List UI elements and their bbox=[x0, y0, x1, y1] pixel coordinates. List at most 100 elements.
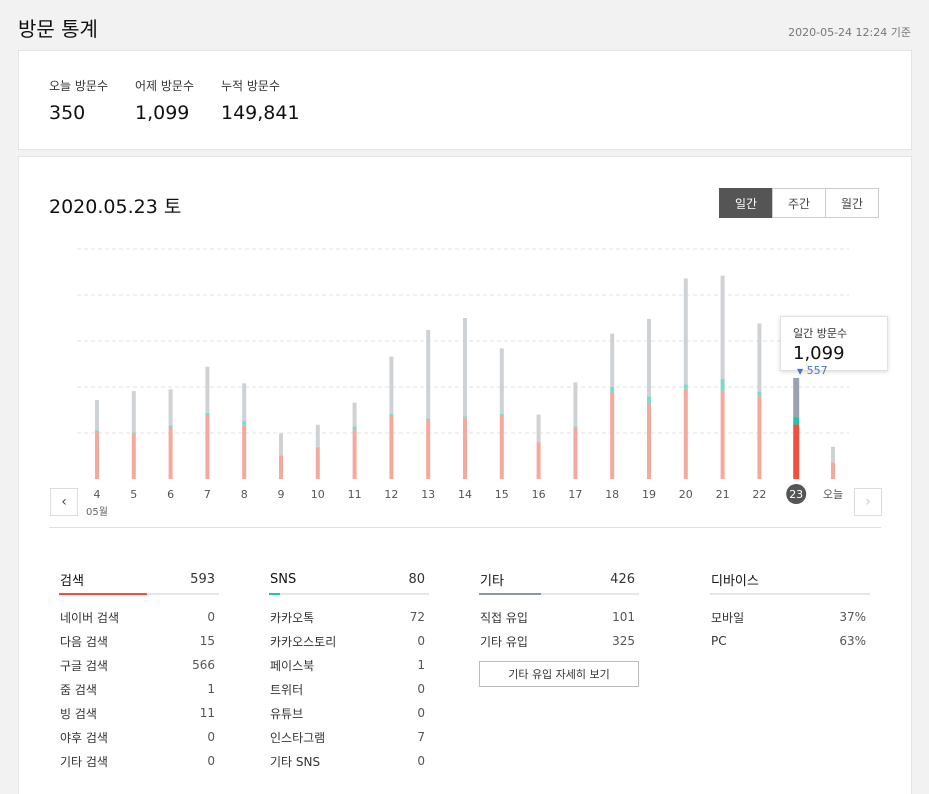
x-tick-label[interactable]: 21 bbox=[716, 488, 730, 501]
bar-other[interactable] bbox=[242, 383, 247, 422]
stats-row-value: 11 bbox=[199, 706, 215, 720]
bar-other[interactable] bbox=[757, 323, 762, 392]
bar-search[interactable] bbox=[536, 442, 541, 479]
x-tick-label[interactable]: 19 bbox=[642, 488, 656, 501]
bar-other[interactable] bbox=[279, 433, 283, 456]
bar-search[interactable] bbox=[426, 420, 431, 479]
stats-row-value: 0 bbox=[207, 610, 215, 624]
x-tick-label[interactable]: 12 bbox=[384, 488, 398, 501]
chevron-right-icon[interactable]: › bbox=[854, 488, 882, 516]
bar-sns[interactable] bbox=[95, 430, 99, 433]
stats-row: 카카오톡 72 bbox=[269, 605, 429, 629]
x-tick-label[interactable]: 15 bbox=[495, 488, 509, 501]
bar-search[interactable] bbox=[205, 415, 210, 479]
stats-search-header: 검색 593 bbox=[59, 565, 219, 593]
bar-other[interactable] bbox=[315, 424, 320, 447]
bar-other[interactable] bbox=[831, 446, 835, 463]
bar-sns[interactable] bbox=[389, 413, 394, 416]
x-tick-label[interactable]: 11 bbox=[348, 488, 362, 501]
bar-search[interactable] bbox=[95, 432, 99, 479]
x-tick-label[interactable]: 8 bbox=[241, 488, 248, 501]
bar-sns[interactable] bbox=[757, 391, 762, 397]
bar-search[interactable] bbox=[242, 424, 247, 479]
bar-other[interactable] bbox=[720, 275, 725, 379]
bar-other[interactable] bbox=[131, 391, 136, 433]
bar-sns[interactable] bbox=[315, 446, 320, 448]
x-tick-label[interactable]: 6 bbox=[167, 488, 174, 501]
bar-sns[interactable] bbox=[168, 425, 173, 428]
bar-sns[interactable] bbox=[647, 396, 651, 404]
bar-sns[interactable] bbox=[499, 413, 504, 416]
x-tick-label[interactable]: 13 bbox=[421, 488, 435, 501]
stats-search-title: 검색 bbox=[60, 573, 84, 589]
x-tick-label[interactable]: 20 bbox=[679, 488, 693, 501]
bar-search[interactable] bbox=[463, 418, 467, 479]
x-tick-label[interactable]: 오늘 bbox=[823, 488, 843, 501]
x-tick-label[interactable]: 4 bbox=[94, 488, 101, 501]
bar-search[interactable] bbox=[647, 403, 651, 479]
chevron-left-icon[interactable]: ‹ bbox=[50, 488, 78, 516]
stats-row: PC 63% bbox=[710, 629, 870, 653]
bar-other[interactable] bbox=[683, 278, 688, 385]
bar-other[interactable] bbox=[205, 366, 210, 413]
bar-search[interactable] bbox=[279, 456, 283, 479]
bar-search[interactable] bbox=[131, 433, 136, 479]
bar-sns[interactable] bbox=[205, 412, 210, 416]
bar-search[interactable] bbox=[352, 430, 357, 479]
x-tick-label[interactable]: 14 bbox=[458, 488, 472, 501]
main-card: 2020.05.23 토 일간 주간 월간 4 5 6 7 8 9 10 11 12 13 14 15… bbox=[18, 156, 912, 794]
bar-other[interactable] bbox=[573, 382, 578, 427]
bar-search[interactable] bbox=[573, 428, 578, 479]
x-tick-label[interactable]: 5 bbox=[130, 488, 137, 501]
bar-sns[interactable] bbox=[720, 378, 725, 391]
bar-other[interactable] bbox=[463, 318, 467, 417]
bar-search[interactable] bbox=[793, 424, 800, 479]
bar-other[interactable] bbox=[647, 318, 651, 397]
bar-other[interactable] bbox=[95, 399, 99, 431]
stats-device-rows: 모바일 37% PC 63% bbox=[710, 605, 870, 653]
bar-sns[interactable] bbox=[131, 432, 136, 434]
bar-other[interactable] bbox=[168, 389, 173, 426]
x-tick-label[interactable]: 16 bbox=[532, 488, 546, 501]
bar-sns[interactable] bbox=[463, 416, 467, 419]
stats-row-value: 325 bbox=[612, 634, 635, 648]
bar-sns[interactable] bbox=[352, 426, 357, 431]
x-tick-label[interactable]: 17 bbox=[568, 488, 582, 501]
bar-search[interactable] bbox=[610, 392, 615, 479]
bar-other[interactable] bbox=[426, 329, 431, 419]
bar-other[interactable] bbox=[389, 356, 394, 414]
bar-sns[interactable] bbox=[536, 441, 541, 443]
bar-search[interactable] bbox=[389, 415, 394, 479]
stats-search-underline bbox=[59, 593, 219, 595]
x-tick-label[interactable]: 22 bbox=[752, 488, 766, 501]
bar-sns[interactable] bbox=[610, 387, 615, 393]
bar-search[interactable] bbox=[683, 388, 688, 479]
x-tick-label[interactable]: 7 bbox=[204, 488, 211, 501]
bar-search[interactable] bbox=[499, 415, 504, 479]
bar-other[interactable] bbox=[610, 333, 615, 387]
bar-search[interactable] bbox=[757, 396, 762, 479]
bar-other[interactable] bbox=[499, 348, 504, 414]
bar-search[interactable] bbox=[315, 447, 320, 479]
bar-sns[interactable] bbox=[683, 384, 688, 389]
bar-sns[interactable] bbox=[242, 421, 247, 425]
bar-other[interactable] bbox=[536, 414, 541, 442]
etc-detail-button[interactable]: 기타 유입 자세히 보기 bbox=[479, 661, 639, 687]
bar-sns[interactable] bbox=[573, 426, 578, 429]
chart-divider bbox=[49, 527, 881, 528]
bar-search[interactable] bbox=[720, 390, 725, 479]
stats-row-label: 카카오톡 bbox=[270, 610, 315, 625]
bar-sns[interactable] bbox=[793, 417, 800, 425]
x-tick-label[interactable]: 9 bbox=[278, 488, 285, 501]
bar-sns[interactable] bbox=[426, 418, 431, 421]
bar-search[interactable] bbox=[831, 462, 835, 479]
stats-device: 디바이스 모바일 37% PC 63% bbox=[710, 565, 870, 653]
x-tick-label[interactable]: 10 bbox=[311, 488, 325, 501]
month-label: 05월 bbox=[86, 506, 108, 518]
stats-row-value: 0 bbox=[417, 682, 425, 696]
bar-other[interactable] bbox=[352, 402, 357, 427]
stats-etc-title: 기타 bbox=[480, 573, 504, 589]
x-tick-label[interactable]: 23 bbox=[789, 488, 803, 501]
bar-search[interactable] bbox=[168, 427, 173, 479]
x-tick-label[interactable]: 18 bbox=[605, 488, 619, 501]
